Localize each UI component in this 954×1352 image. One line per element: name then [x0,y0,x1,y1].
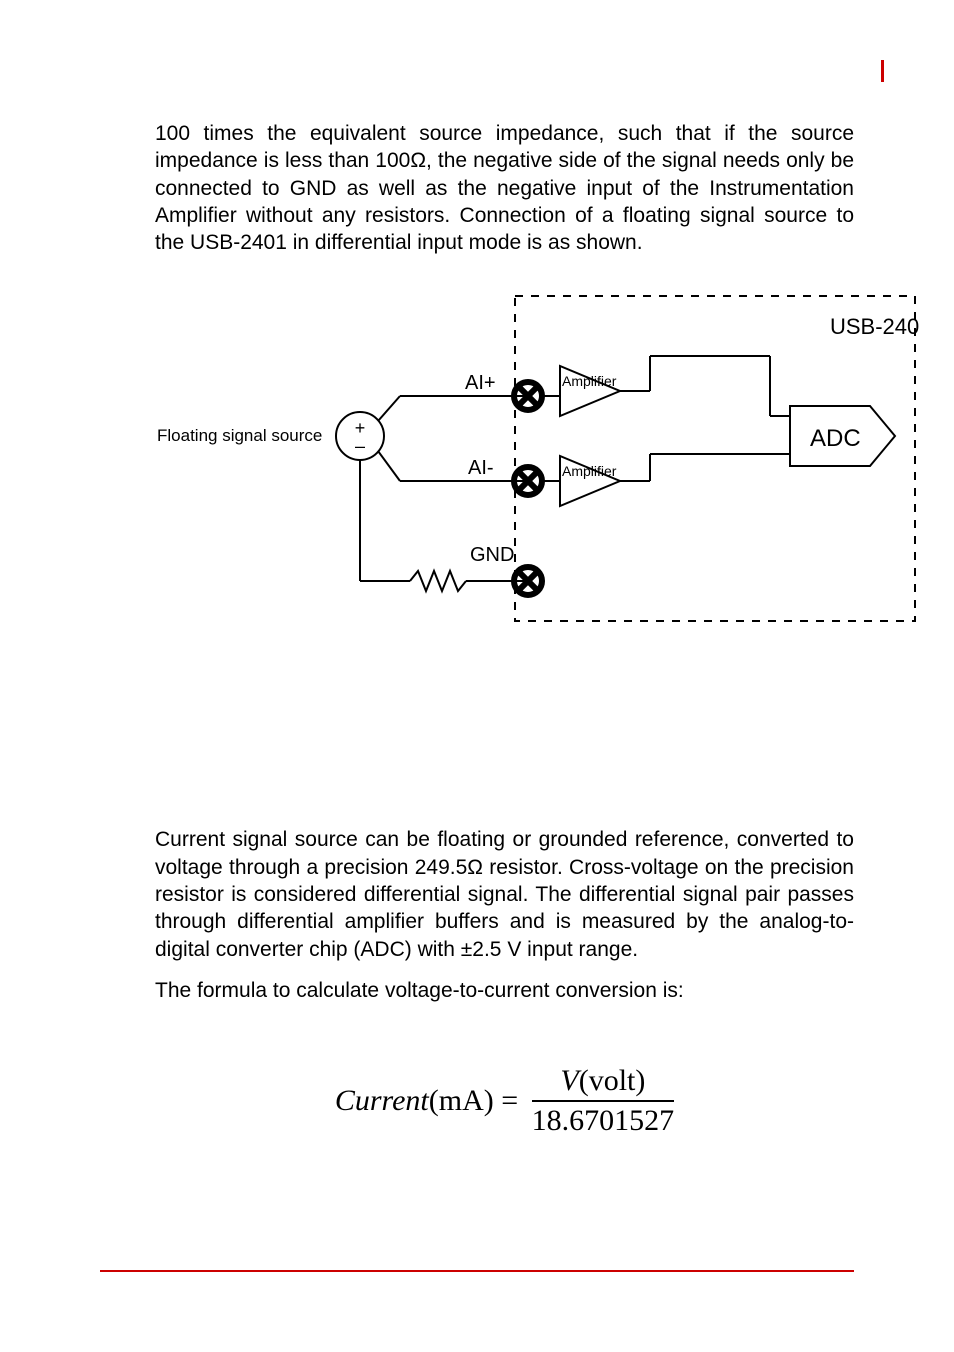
svg-text:USB-2401: USB-2401 [830,314,920,339]
svg-text:Amplifier: Amplifier [562,373,617,389]
current-paragraph: Current signal source can be floating or… [155,826,854,962]
svg-text:GND: GND [470,544,514,566]
footer-rule [100,1270,854,1272]
formula: Current(mA) = V(volt) 18.6701527 [155,1064,854,1138]
text-cursor [881,60,884,82]
svg-text:–: – [355,436,365,456]
intro-paragraph: 100 times the equivalent source impedanc… [155,120,854,256]
svg-text:ADC: ADC [810,425,861,452]
svg-text:Floating signal source: Floating signal source [157,426,322,445]
svg-text:AI+: AI+ [465,372,496,394]
formula-intro: The formula to calculate voltage-to-curr… [155,977,854,1004]
svg-text:AI-: AI- [468,457,494,479]
svg-text:+: + [355,418,366,438]
svg-text:Amplifier: Amplifier [562,463,617,479]
floating-source-diagram: USB-2401 + – Floating signal source AI+ … [150,286,920,646]
